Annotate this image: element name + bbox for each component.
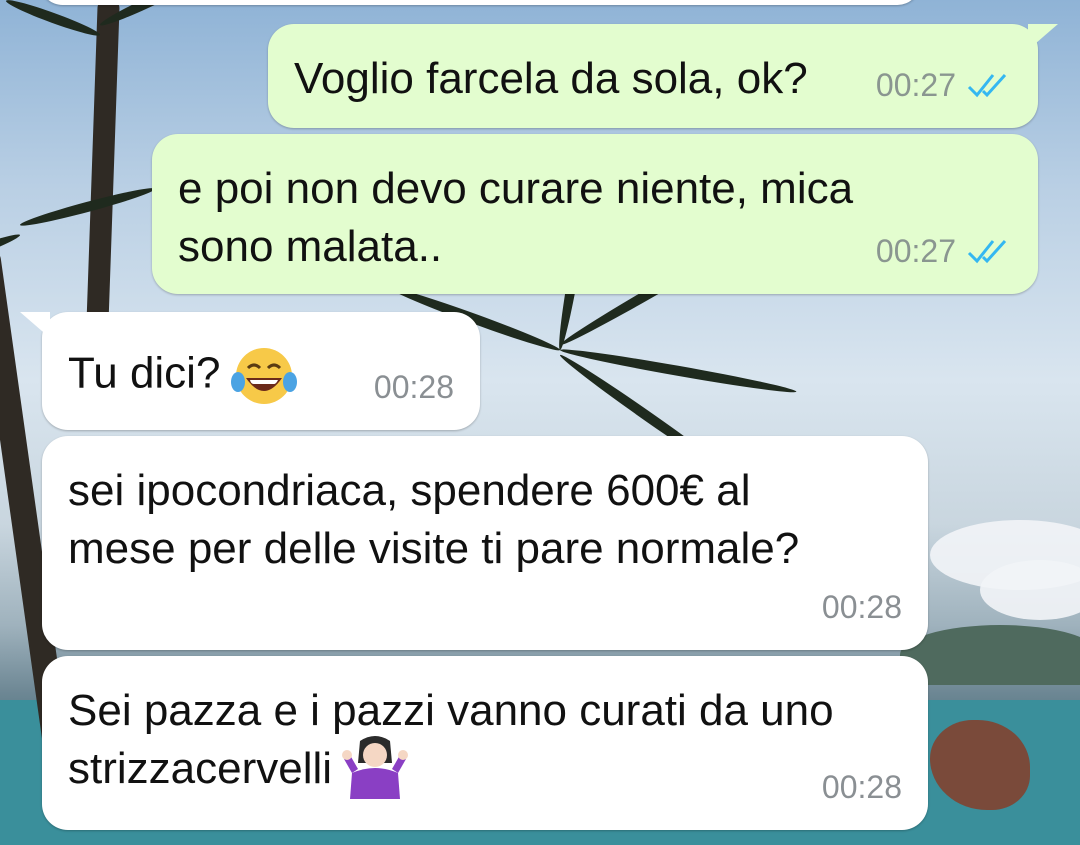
- previous-message-bubble: [40, 0, 920, 5]
- message-meta: 00:28: [374, 358, 454, 416]
- message-time: 00:27: [875, 67, 956, 103]
- message-text: sei ipocondriaca, spendere 600€ al mese …: [68, 466, 800, 573]
- face-with-tears-of-joy-emoji: [231, 348, 298, 404]
- wallpaper-palm-frond: [18, 183, 157, 230]
- bubble-tail: [20, 312, 50, 338]
- wallpaper-palm-trunk: [86, 0, 120, 331]
- wallpaper-palm-frond: [0, 230, 22, 281]
- wallpaper-cloud: [980, 560, 1080, 620]
- message-meta: 00:27: [876, 222, 1012, 280]
- message-bubble-incoming[interactable]: sei ipocondriaca, spendere 600€ al mese …: [42, 436, 928, 650]
- bubble-tail: [1028, 24, 1058, 50]
- double-check-read-icon: [967, 73, 1007, 98]
- message-time: 00:28: [821, 589, 902, 625]
- wallpaper-palm-frond: [559, 345, 798, 397]
- wallpaper-palm-frond: [4, 0, 102, 40]
- message-time: 00:28: [373, 369, 454, 405]
- message-meta: 00:27: [876, 56, 1012, 114]
- message-text: Tu dici?: [68, 348, 221, 398]
- message-bubble-outgoing[interactable]: Voglio farcela da sola, ok? 00:27: [268, 24, 1038, 128]
- message-meta: 00:28: [822, 578, 902, 636]
- woman-shrugging-emoji: [342, 736, 409, 800]
- message-text: Sei pazza e i pazzi vanno curati da uno …: [68, 686, 834, 793]
- message-time: 00:28: [821, 769, 902, 805]
- message-bubble-incoming[interactable]: Tu dici? 00:28: [42, 312, 480, 430]
- message-time: 00:27: [875, 233, 956, 269]
- message-bubble-incoming[interactable]: Sei pazza e i pazzi vanno curati da uno …: [42, 656, 928, 830]
- double-check-read-icon: [967, 239, 1007, 264]
- message-bubble-outgoing[interactable]: e poi non devo curare niente, mica sono …: [152, 134, 1038, 294]
- message-text-row: Sei pazza e i pazzi vanno curati da uno …: [68, 682, 902, 800]
- message-meta: 00:28: [822, 758, 902, 816]
